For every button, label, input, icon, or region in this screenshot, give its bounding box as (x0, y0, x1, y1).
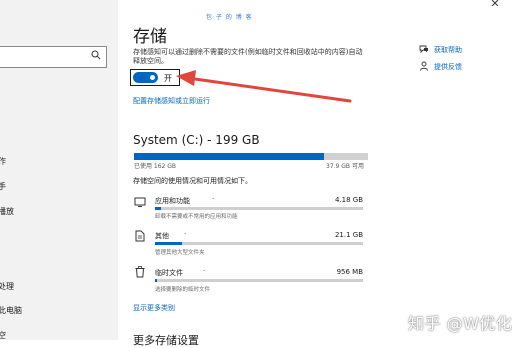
category-usage-bar (155, 207, 363, 210)
nav-item-empty[interactable]: 空 (0, 330, 6, 341)
nav-item-actions[interactable]: 作 (0, 156, 6, 167)
loading-dot: · (184, 230, 187, 238)
category-name: 临时文件 (155, 269, 183, 277)
settings-search-box[interactable] (0, 46, 107, 68)
apps-icon (134, 197, 146, 207)
usage-caption: 存储空间的使用情况和可用情况如下。 (133, 177, 252, 185)
category-usage-fill (155, 242, 183, 245)
loading-dot: · (203, 267, 206, 275)
toggle-knob (150, 75, 155, 80)
category-usage-fill (155, 279, 158, 282)
get-help-link[interactable]: 获取帮助 (434, 45, 462, 55)
search-icon (91, 50, 101, 60)
navigation-pane: 作 手 播放 处理 此电脑 空 (0, 0, 118, 340)
give-feedback-link[interactable]: 提供反馈 (434, 62, 462, 72)
section-heading-more-storage: 更多存储设置 (133, 334, 199, 347)
category-size: 4.18 GB (334, 196, 363, 204)
category-description: 选择要删除的临时文件 (155, 287, 211, 293)
trash-icon (135, 266, 145, 278)
page-title: 存储 (133, 27, 167, 47)
loading-dot: · (212, 195, 215, 203)
drive-title: System (C:) - 199 GB (133, 133, 260, 147)
category-description: 卸载不需要或不常用的应用和功能 (155, 214, 238, 220)
zhihu-watermark: 知乎 @W优化大 (408, 314, 512, 333)
configure-storage-sense-link[interactable]: 配置存储感知或立即运行 (133, 96, 210, 106)
storage-sense-description: 存储感知可以通过删除不需要的文件(例如临时文件和回收站中的内容)自动释放空间。 (133, 48, 363, 65)
drive-free-label: 37.9 GB 可用 (326, 163, 364, 170)
help-icon (419, 45, 428, 54)
blog-watermark: 包 子 的 博 客 (206, 14, 253, 21)
toggle-state-label: 开 (164, 74, 172, 83)
category-usage-fill (155, 207, 162, 210)
category-usage-bar (155, 242, 363, 245)
drive-usage-fill (134, 153, 324, 160)
feedback-icon (420, 61, 428, 71)
nav-item-this-pc[interactable]: 此电脑 (0, 305, 22, 316)
drive-usage-bar (134, 153, 368, 160)
drive-used-label: 已使用 162 GB (134, 163, 177, 170)
category-name: 其他 (155, 232, 169, 240)
document-icon (135, 230, 145, 242)
storage-sense-toggle[interactable] (133, 72, 158, 83)
category-usage-bar (155, 279, 363, 282)
show-more-categories-link[interactable]: 显示更多类别 (133, 303, 175, 313)
nav-item-playback[interactable]: 播放 (0, 206, 14, 217)
close-icon[interactable] (490, 0, 504, 6)
category-size: 21.1 GB (334, 231, 363, 239)
category-size: 956 MB (336, 268, 363, 276)
nav-item-processing[interactable]: 处理 (0, 281, 14, 292)
category-name: 应用和功能 (155, 197, 190, 205)
category-description: 管理其他大型文件夹 (155, 250, 205, 256)
nav-item-hand[interactable]: 手 (0, 181, 6, 192)
